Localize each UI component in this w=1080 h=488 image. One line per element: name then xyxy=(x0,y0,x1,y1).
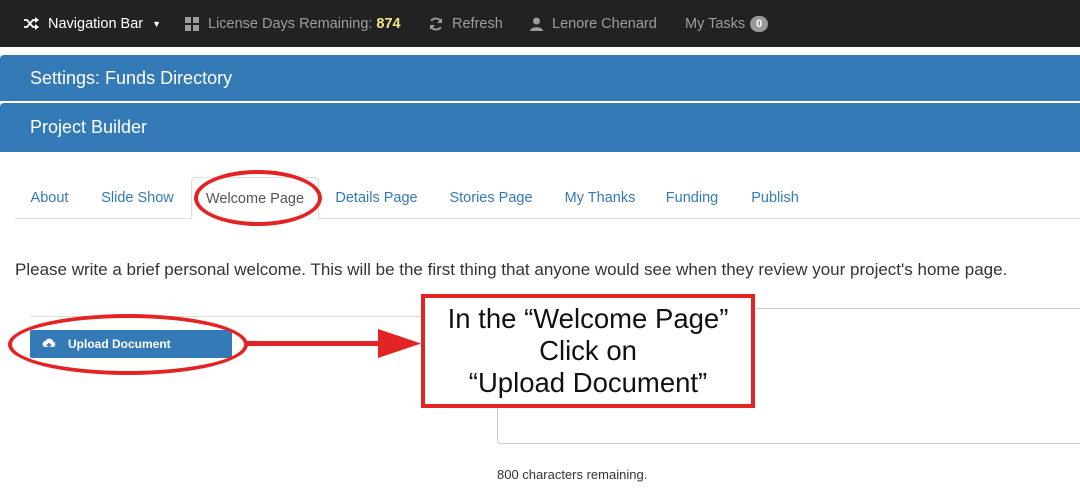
callout-line-2: Click on xyxy=(539,335,637,366)
navbar-brand-label: Navigation Bar xyxy=(48,15,144,32)
tab-label: Publish xyxy=(751,190,799,206)
shuffle-icon xyxy=(24,17,39,30)
license-days-value: 874 xyxy=(376,15,401,32)
settings-title: Settings: Funds Directory xyxy=(30,67,233,88)
annotation-callout: In the “Welcome Page” Click on “Upload D… xyxy=(421,294,755,408)
user-menu[interactable]: Lenore Chenard xyxy=(530,0,685,47)
refresh-label: Refresh xyxy=(452,15,503,32)
tab-label: Slide Show xyxy=(101,190,174,206)
callout-line-3: “Upload Document” xyxy=(468,367,708,398)
project-builder-title: Project Builder xyxy=(30,117,148,137)
user-name: Lenore Chenard xyxy=(552,15,657,32)
grid-icon xyxy=(185,16,199,31)
refresh-icon xyxy=(429,17,443,31)
characters-remaining: 800 characters remaining. xyxy=(497,467,648,482)
tab-publish[interactable]: Publish xyxy=(732,177,818,219)
callout-line-1: In the “Welcome Page” xyxy=(447,303,729,334)
user-icon xyxy=(530,17,543,31)
my-tasks-link[interactable]: My Tasks 0 xyxy=(685,0,769,47)
license-days-item[interactable]: License Days Remaining: 874 xyxy=(185,0,429,47)
tab-about[interactable]: About xyxy=(15,177,84,219)
tab-my-thanks[interactable]: My Thanks xyxy=(548,177,652,219)
refresh-link[interactable]: Refresh xyxy=(429,0,530,47)
settings-header: Settings: Funds Directory xyxy=(0,55,1080,101)
tab-label: Details Page xyxy=(335,190,418,206)
upload-button-highlight xyxy=(8,314,248,375)
tab-label: Funding xyxy=(665,190,719,206)
tasks-count-badge: 0 xyxy=(750,15,769,32)
caret-down-icon: ▼ xyxy=(152,18,162,29)
annotation-arrow-icon xyxy=(246,329,421,358)
tab-stories-page[interactable]: Stories Page xyxy=(434,177,548,219)
welcome-tab-highlight xyxy=(194,170,322,226)
my-tasks-label: My Tasks xyxy=(685,15,746,32)
welcome-instruction: Please write a brief personal welcome. T… xyxy=(15,260,1008,279)
tab-details-page[interactable]: Details Page xyxy=(319,177,434,219)
top-navbar: Navigation Bar ▼ License Days Remaining:… xyxy=(0,0,1080,47)
tab-label: About xyxy=(30,190,69,206)
tab-slide-show[interactable]: Slide Show xyxy=(84,177,191,219)
license-days-label: License Days Remaining: xyxy=(208,15,373,32)
tab-label: Stories Page xyxy=(449,190,533,206)
project-builder-header: Project Builder xyxy=(0,103,1080,152)
builder-tabs: About Slide Show Welcome Page Details Pa… xyxy=(15,177,1080,220)
tab-funding[interactable]: Funding xyxy=(652,177,732,219)
tab-label: My Thanks xyxy=(564,190,636,206)
navigation-bar-toggle[interactable]: Navigation Bar ▼ xyxy=(0,0,185,47)
